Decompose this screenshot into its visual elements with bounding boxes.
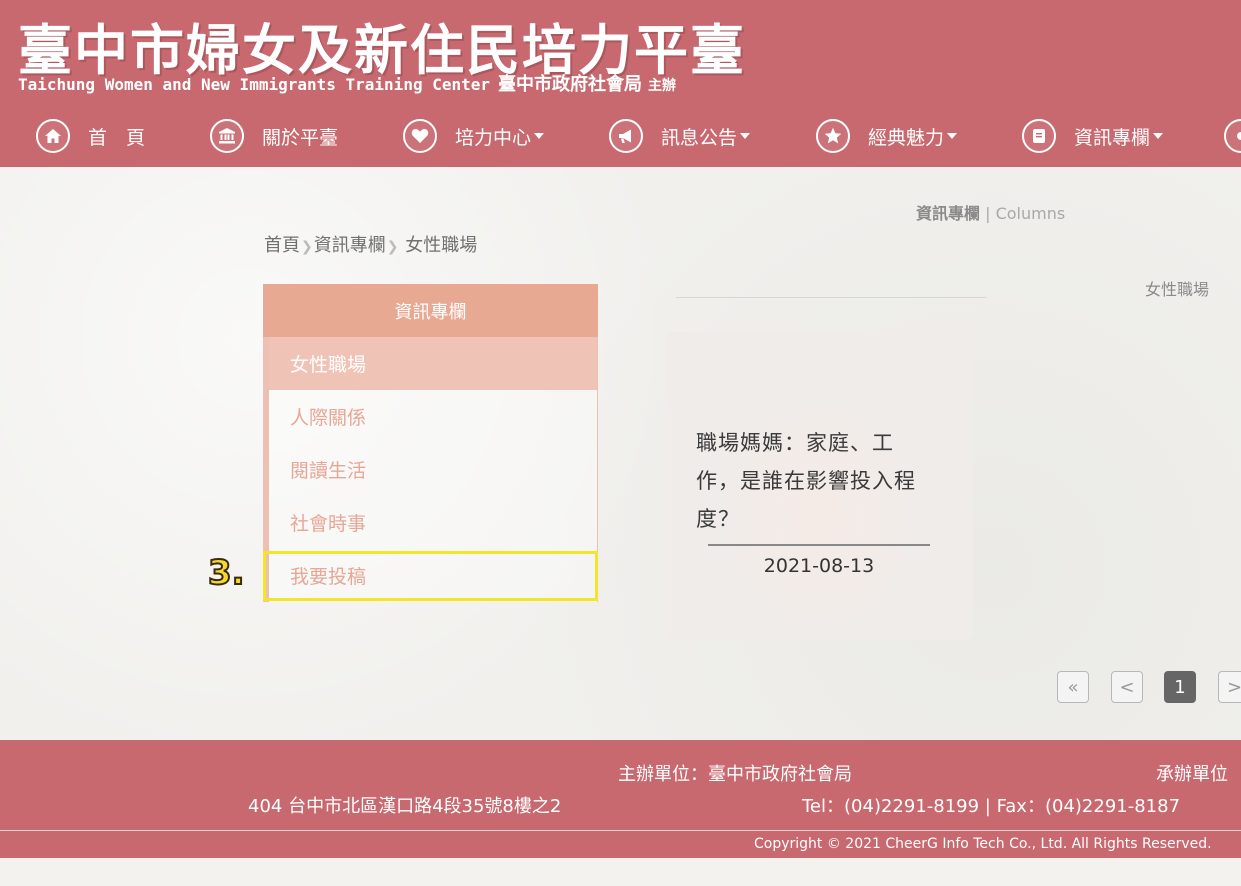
nav-label: 培力中心 (455, 126, 532, 149)
star-icon (816, 119, 850, 153)
organizer-suffix: 主辦 (648, 78, 677, 94)
footer-organizer: 主辦單位：臺中市政府社會局 (618, 764, 852, 785)
site-subtitle-en: Taichung Women and New Immigrants Traini… (18, 75, 491, 94)
page-bottom (0, 858, 1241, 886)
section-title: 資訊專欄 | Columns (916, 200, 1065, 224)
footer-divider (0, 830, 1241, 831)
site-header: 臺中市婦女及新住民培力平臺 Taichung Women and New Imm… (0, 0, 1241, 167)
nav-item-about[interactable]: 關於平臺 (210, 116, 338, 156)
chevron-down-icon (534, 133, 545, 139)
nav-item-home[interactable]: 首 頁 (36, 116, 145, 156)
footer-copyright: Copyright © 2021 CheerG Info Tech Co., L… (754, 836, 1212, 852)
first-page-button[interactable]: « (1057, 671, 1089, 703)
chevron-down-icon (1153, 133, 1164, 139)
section-title-separator: | (985, 204, 991, 223)
chevron-down-icon (947, 133, 958, 139)
divider (676, 297, 986, 298)
sidebar-item-current-affairs[interactable]: 社會時事 (269, 496, 597, 549)
nav-item-training[interactable]: 培力中心 (403, 116, 545, 156)
card-divider (708, 544, 930, 546)
organizer-name: 臺中市政府社會局 (498, 74, 643, 95)
footer-contractor: 承辦單位 (1156, 764, 1228, 785)
breadcrumb: 首頁❯資訊專欄❯ 女性職場 (264, 231, 477, 257)
chevron-right-icon: ❯ (386, 239, 399, 255)
megaphone-icon (609, 119, 643, 153)
sidebar-item-relationships[interactable]: 人際關係 (269, 390, 597, 443)
nav-label: 經典魅力 (868, 126, 945, 149)
chevron-right-icon: ❯ (301, 239, 313, 255)
nav-item-columns[interactable]: 資訊專欄 (1022, 116, 1164, 156)
chevron-down-icon (740, 133, 751, 139)
section-title-en: Columns (995, 204, 1066, 223)
book-icon (1022, 119, 1056, 153)
nav-label: 關於平臺 (262, 126, 339, 149)
site-subtitle: Taichung Women and New Immigrants Traini… (18, 70, 676, 96)
nav-label: 首 頁 (88, 126, 146, 149)
nav-label: 訊息公告 (661, 126, 738, 149)
institution-icon (210, 119, 244, 153)
nav-item-more[interactable] (1224, 116, 1241, 156)
page-1-button[interactable]: 1 (1164, 671, 1196, 703)
page-background (0, 167, 1241, 740)
next-page-button[interactable]: > (1218, 671, 1241, 703)
annotation-highlight-box (263, 551, 598, 601)
sidebar-heading: 資訊專欄 (263, 284, 598, 337)
home-icon (36, 119, 70, 153)
breadcrumb-level1[interactable]: 資訊專欄 (314, 235, 386, 256)
annotation-step-label: 3. (207, 552, 246, 594)
footer-address: 404 台中市北區漢口路4段35號8樓之2 (248, 796, 562, 817)
article-date: 2021-08-13 (763, 555, 875, 577)
category-label: 女性職場 (1145, 280, 1210, 299)
section-title-zh: 資訊專欄 (916, 204, 981, 223)
nav-item-classic[interactable]: 經典魅力 (816, 116, 958, 156)
prev-page-button[interactable]: < (1111, 671, 1143, 703)
sidebar-item-women-workplace[interactable]: 女性職場 (269, 337, 597, 390)
nav-item-news[interactable]: 訊息公告 (609, 116, 751, 156)
heart-icon (403, 119, 437, 153)
breadcrumb-current: 女性職場 (405, 235, 478, 256)
article-card[interactable]: 職場媽媽：家庭、工作，是誰在影響投入程度？ 2021-08-13 (665, 332, 973, 640)
footer-contact: Tel：(04)2291-8199 | Fax：(04)2291-8187 (802, 796, 1181, 817)
sidebar-item-reading[interactable]: 閱讀生活 (269, 443, 597, 496)
breadcrumb-home[interactable]: 首頁 (264, 235, 300, 256)
nav-label: 資訊專欄 (1074, 126, 1151, 149)
article-title[interactable]: 職場媽媽：家庭、工作，是誰在影響投入程度？ (696, 424, 936, 538)
more-icon (1224, 119, 1241, 153)
